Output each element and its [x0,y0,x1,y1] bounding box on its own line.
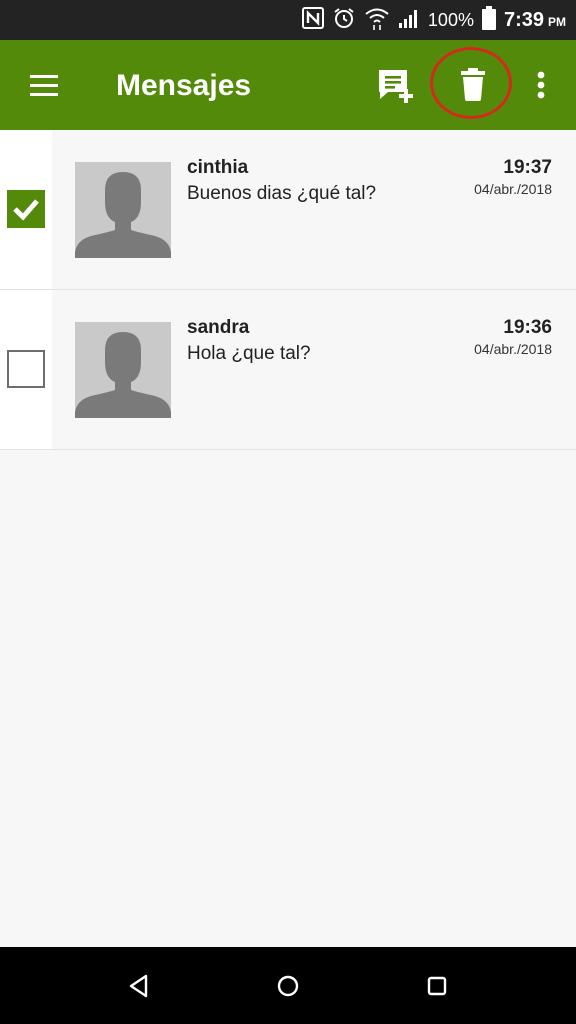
more-vert-icon[interactable] [524,66,558,106]
signal-icon [398,7,420,34]
contact-name: cinthia [187,157,249,178]
app-toolbar: Mensajes [0,40,576,130]
recents-icon[interactable] [422,971,452,1001]
status-icons: 100% 7:39 PM [301,0,566,40]
status-bar: 100% 7:39 PM [0,0,576,40]
status-ampm: PM [548,15,566,29]
delete-highlight-circle [430,47,512,119]
status-clock: 7:39 [503,8,544,31]
person-placeholder-icon [75,172,171,258]
message-date: 04/abr./2018 [474,181,552,197]
person-placeholder-icon [75,332,171,418]
message-row[interactable]: sandra Hola ¿que tal? 19:36 04/abr./2018 [0,290,576,450]
avatar [75,322,171,418]
avatar [75,162,171,258]
home-icon[interactable] [273,971,303,1001]
contact-name: sandra [187,317,250,338]
checkmark-icon [13,199,39,221]
new-message-icon[interactable] [374,64,418,108]
message-date: 04/abr./2018 [474,341,552,357]
page-title: Mensajes [116,69,252,102]
back-icon[interactable] [124,971,154,1001]
nfc-icon [301,6,324,34]
message-row[interactable]: cinthia Buenos dias ¿qué tal? 19:37 04/a… [0,130,576,290]
system-nav-bar [0,947,576,1024]
alarm-icon [332,6,356,35]
message-checkbox-unchecked[interactable] [7,350,45,388]
wifi-icon [364,6,390,35]
battery-percent: 100% [427,9,474,30]
message-preview: Buenos dias ¿qué tal? [187,183,377,204]
message-time: 19:37 [503,157,552,178]
message-list: cinthia Buenos dias ¿qué tal? 19:37 04/a… [0,130,576,450]
message-checkbox-checked[interactable] [7,190,45,228]
hamburger-menu-icon[interactable] [24,66,64,106]
battery-icon [481,5,496,35]
message-time: 19:36 [503,317,552,338]
message-preview: Hola ¿que tal? [187,343,311,364]
